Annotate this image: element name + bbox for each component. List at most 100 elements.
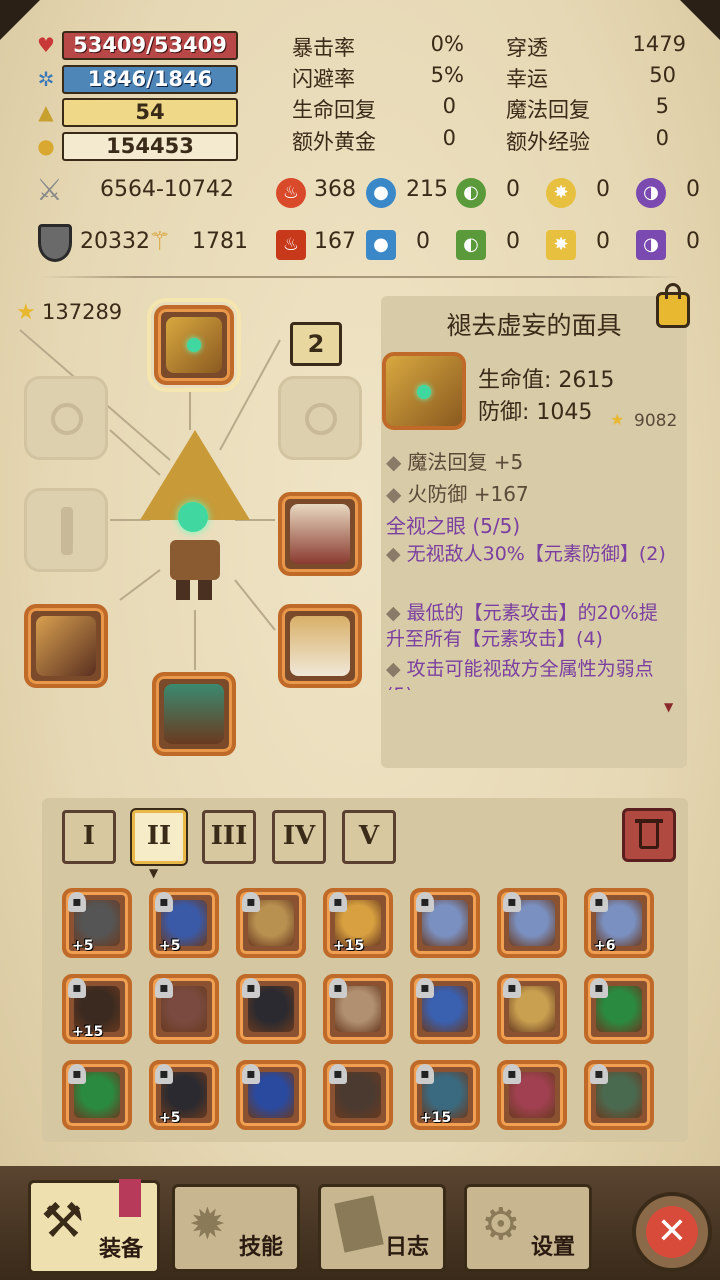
inventory-item[interactable]: ▪ xyxy=(410,974,480,1044)
bookmark-icon xyxy=(119,1179,141,1217)
inventory-item[interactable]: ▪ xyxy=(497,1060,567,1130)
fire-attack-icon: ♨ xyxy=(276,178,306,208)
item-hp: 生命值: 2615 xyxy=(478,368,615,393)
inventory-item[interactable]: ▪ xyxy=(497,888,567,958)
stat-label: 闪避率 xyxy=(292,67,355,91)
scroll-down-icon[interactable]: ▼ xyxy=(664,700,673,714)
inventory-item[interactable]: ▪ xyxy=(236,974,306,1044)
nav-skills-button[interactable]: ✹ 技能 xyxy=(172,1184,300,1272)
trash-icon xyxy=(639,821,659,849)
defense-value: 20332 xyxy=(80,229,150,254)
pants-slot[interactable] xyxy=(278,604,362,688)
water-attack-icon: ● xyxy=(366,178,396,208)
lock-icon: ▪ xyxy=(416,978,434,998)
nav-equip-button[interactable]: ⚒ 装备 xyxy=(28,1179,160,1274)
inventory-item[interactable]: ▪ +5 xyxy=(149,1060,219,1130)
item-enhance-level: +5 xyxy=(72,938,94,954)
inventory-item[interactable]: ▪ +15 xyxy=(410,1060,480,1130)
weapon-slot-empty[interactable] xyxy=(24,488,108,572)
lock-icon: ▪ xyxy=(329,1064,347,1084)
dark-attack-icon: ◑ xyxy=(636,178,666,208)
hp-bar: 53409/53409 xyxy=(62,31,238,60)
light-attack-value: 0 xyxy=(596,177,610,202)
gloves-slot[interactable] xyxy=(24,604,108,688)
level-icon: ▲ xyxy=(38,100,54,124)
item-bonus-line: ◆ 魔法回复 +5 xyxy=(386,450,524,474)
inventory-item[interactable]: ▪ +6 xyxy=(584,888,654,958)
lock-icon: ▪ xyxy=(242,978,260,998)
ring-slot-empty[interactable] xyxy=(24,376,108,460)
inventory-item[interactable]: ▪ xyxy=(149,974,219,1044)
inventory-item[interactable]: ▪ xyxy=(323,1060,393,1130)
lock-icon: ▪ xyxy=(503,1064,521,1084)
nav-log-button[interactable]: 日志 xyxy=(318,1184,446,1272)
trash-button[interactable] xyxy=(622,808,676,862)
gold-icon: ● xyxy=(37,134,55,158)
lock-icon: ▪ xyxy=(68,1064,86,1084)
inventory-item[interactable]: ▪ xyxy=(584,974,654,1044)
lock-icon: ▪ xyxy=(329,892,347,912)
item-enhance-level: +5 xyxy=(159,938,181,954)
inventory-item[interactable]: ▪ xyxy=(410,888,480,958)
staff-icon: ⚚ xyxy=(148,227,172,257)
stat-label: 穿透 xyxy=(506,36,548,60)
lock-icon: ▪ xyxy=(590,1064,608,1084)
tab-page-2[interactable]: II xyxy=(132,810,186,864)
inventory-item[interactable]: ▪ xyxy=(497,974,567,1044)
player-character xyxy=(140,430,250,600)
heart-icon: ♥ xyxy=(37,33,55,57)
close-button[interactable]: ✕ xyxy=(632,1192,712,1272)
accessory-counter[interactable]: 2 xyxy=(290,322,342,366)
divider xyxy=(40,276,680,278)
stat-label: 幸运 xyxy=(506,67,548,91)
item-defense: 防御: 1045 xyxy=(478,400,593,425)
inventory-item[interactable]: ▪ +15 xyxy=(323,888,393,958)
lock-icon: ▪ xyxy=(416,1064,434,1084)
tab-page-4[interactable]: IV xyxy=(272,810,326,864)
set-name: 全视之眼 (5/5) xyxy=(386,514,521,538)
item-enhance-level: +15 xyxy=(420,1110,452,1126)
inventory-item[interactable]: ▪ +5 xyxy=(62,888,132,958)
amulet-slot-empty[interactable] xyxy=(278,376,362,460)
tab-page-5[interactable]: V xyxy=(342,810,396,864)
stat-label: 额外黄金 xyxy=(292,130,376,154)
mp-bar: 1846/1846 xyxy=(62,65,238,94)
earth-attack-icon: ◐ xyxy=(456,178,486,208)
inventory-item[interactable]: ▪ xyxy=(584,1060,654,1130)
inventory-item[interactable]: ▪ xyxy=(62,1060,132,1130)
stat-value: 1479 xyxy=(632,32,686,56)
water-attack-value: 215 xyxy=(406,177,448,202)
bullet-icon: ◆ xyxy=(386,543,401,565)
lock-icon: ▪ xyxy=(329,978,347,998)
tab-page-3[interactable]: III xyxy=(202,810,256,864)
bullet-icon: ◆ xyxy=(386,450,402,474)
light-defense-icon: ✸ xyxy=(546,230,576,260)
inventory-item[interactable]: ▪ xyxy=(236,1060,306,1130)
lock-icon: ▪ xyxy=(68,978,86,998)
helmet-slot[interactable] xyxy=(147,298,241,392)
fire-defense-icon: ♨ xyxy=(276,230,306,260)
bullet-icon: ◆ xyxy=(386,602,401,624)
nav-settings-label: 设置 xyxy=(530,1235,575,1260)
inventory-item[interactable]: ▪ +15 xyxy=(62,974,132,1044)
nav-settings-button[interactable]: ⚙ 设置 xyxy=(464,1184,592,1272)
bullet-icon: ◆ xyxy=(386,658,401,680)
stat-label: 额外经验 xyxy=(506,130,590,154)
tab-page-1[interactable]: I xyxy=(62,810,116,864)
ring-icon xyxy=(51,403,83,435)
boots-slot[interactable] xyxy=(152,672,236,756)
stat-value: 5 xyxy=(655,94,669,118)
inventory-item[interactable]: ▪ xyxy=(236,888,306,958)
water-defense-value: 0 xyxy=(416,229,430,254)
set-bonus-line: ◆ 无视敌人30%【元素防御】(2) xyxy=(386,543,666,565)
inventory-item[interactable]: ▪ +5 xyxy=(149,888,219,958)
item-enhance-level: +15 xyxy=(72,1024,104,1040)
inventory-item[interactable]: ▪ xyxy=(323,974,393,1044)
stat-value: 0 xyxy=(655,126,669,150)
item-card-icon xyxy=(382,352,466,430)
light-defense-value: 0 xyxy=(596,229,610,254)
stat-value: 0% xyxy=(430,32,464,56)
lock-icon[interactable] xyxy=(656,283,690,328)
armor-slot[interactable] xyxy=(278,492,362,576)
lock-icon: ▪ xyxy=(155,978,173,998)
